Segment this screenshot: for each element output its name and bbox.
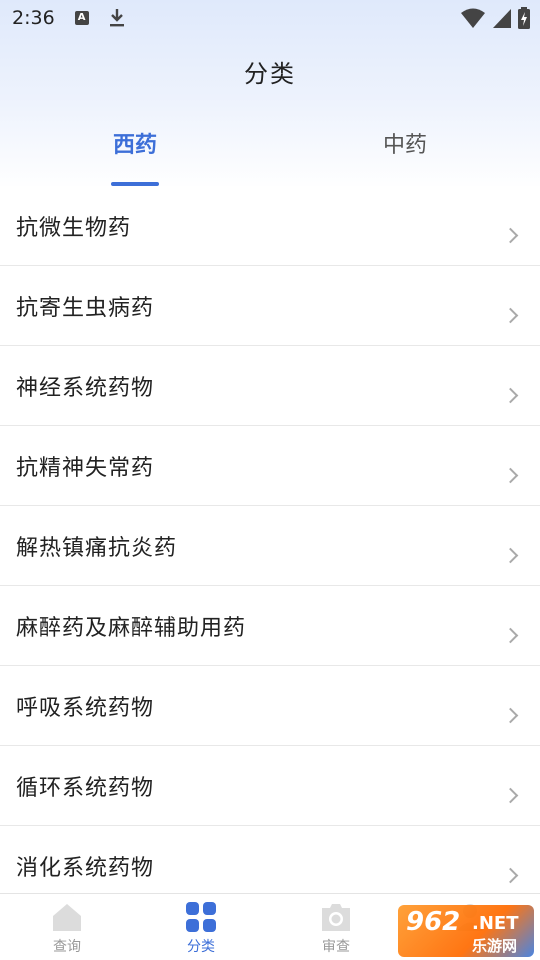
list-item[interactable]: 循环系统药物 — [0, 746, 540, 826]
list-item-label: 抗寄生虫病药 — [16, 296, 155, 321]
watermark-number: 962 — [406, 907, 461, 937]
list-item[interactable]: 神经系统药物 — [0, 346, 540, 426]
list-item-label: 解热镇痛抗炎药 — [16, 536, 178, 561]
signal-icon — [493, 9, 511, 28]
status-bar: 2:36 A — [0, 0, 540, 36]
list-item[interactable]: 呼吸系统药物 — [0, 666, 540, 746]
wifi-icon — [461, 8, 485, 28]
camera-icon — [322, 904, 350, 931]
list-item-label: 抗精神失常药 — [16, 456, 155, 481]
nav-label: 审查 — [322, 939, 350, 955]
page-title: 分类 — [244, 60, 296, 88]
list-item[interactable]: 抗寄生虫病药 — [0, 266, 540, 346]
nav-item-review[interactable]: 审查 — [286, 894, 386, 960]
chevron-right-icon — [502, 787, 519, 804]
list-item-label: 抗微生物药 — [16, 216, 132, 241]
list-item[interactable]: 抗微生物药 — [0, 186, 540, 266]
chevron-right-icon — [502, 227, 519, 244]
home-icon — [53, 904, 81, 931]
list-item[interactable]: 抗精神失常药 — [0, 426, 540, 506]
nav-item-category[interactable]: 分类 — [151, 894, 251, 960]
grid-icon — [186, 902, 216, 932]
watermark-subtitle: 乐游网 — [472, 937, 518, 955]
status-time: 2:36 — [12, 7, 55, 29]
list-item-label: 消化系统药物 — [16, 856, 155, 881]
list-item-label: 麻醉药及麻醉辅助用药 — [16, 616, 247, 641]
site-watermark: 962 .NET 乐游网 — [398, 905, 534, 957]
battery-icon — [518, 7, 530, 29]
watermark-suffix: .NET — [472, 913, 519, 934]
tab-chinese-medicine[interactable]: 中药 — [335, 126, 475, 186]
category-tabs: 西药 中药 — [0, 126, 540, 186]
list-item[interactable]: 解热镇痛抗炎药 — [0, 506, 540, 586]
chevron-right-icon — [502, 547, 519, 564]
list-item-label: 循环系统药物 — [16, 776, 155, 801]
category-list: 抗微生物药 抗寄生虫病药 神经系统药物 抗精神失常药 解热镇痛抗炎药 麻醉药及麻… — [0, 186, 540, 906]
chevron-right-icon — [502, 867, 519, 884]
nav-label: 分类 — [187, 939, 215, 955]
nav-item-query[interactable]: 查询 — [17, 894, 117, 960]
chevron-right-icon — [502, 627, 519, 644]
chevron-right-icon — [502, 467, 519, 484]
tab-western-medicine[interactable]: 西药 — [65, 126, 205, 186]
chevron-right-icon — [502, 387, 519, 404]
list-item[interactable]: 麻醉药及麻醉辅助用药 — [0, 586, 540, 666]
list-item-label: 神经系统药物 — [16, 376, 155, 401]
chevron-right-icon — [502, 707, 519, 724]
a-notification-icon: A — [74, 11, 89, 25]
chevron-right-icon — [502, 307, 519, 324]
download-icon — [109, 9, 124, 27]
list-item-label: 呼吸系统药物 — [16, 696, 155, 721]
nav-label: 查询 — [53, 939, 81, 955]
